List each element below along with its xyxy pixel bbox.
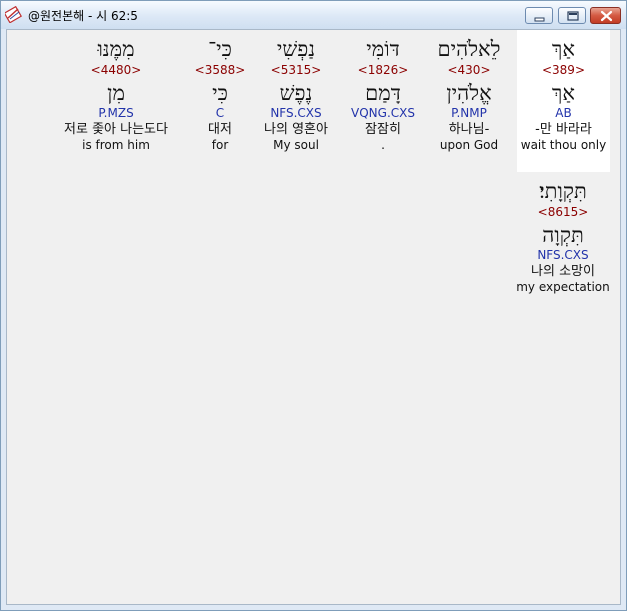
korean-gloss: 잠잠히 (365, 122, 401, 137)
morph-code[interactable]: NFS.CXS (507, 248, 619, 263)
english-gloss: . (381, 138, 385, 152)
morph-code[interactable]: VQNG.CXS (344, 106, 422, 121)
morph-code[interactable]: C (189, 106, 251, 121)
hebrew-word: דּוֹמִּי (366, 37, 400, 61)
lemma-word: אֱלֹהִין (446, 81, 492, 105)
english-gloss: My soul (273, 138, 319, 152)
korean-gloss: 나의 영혼아 (264, 122, 328, 137)
interlinear-word[interactable]: דּוֹמִּי <1826> דָּמַם VQNG.CXS 잠잠히 . (344, 30, 422, 153)
lemma-word: תִּקְוָה (542, 223, 584, 247)
morph-code[interactable]: P.NMP (423, 106, 515, 121)
window-title: @원전본해 - 시 62:5 (28, 9, 138, 23)
close-icon (600, 10, 613, 22)
korean-gloss: 저로 좇아 나는도다 (64, 122, 168, 137)
english-gloss: is from him (82, 138, 150, 152)
english-gloss: upon God (439, 138, 499, 152)
korean-gloss: 대저 (208, 122, 232, 137)
hebrew-word: מִמֶּנּוּ (97, 37, 135, 61)
hebrew-word: תִּקְוָתִי׃ (539, 179, 587, 203)
maximize-button[interactable] (558, 7, 586, 24)
interlinear-word[interactable]: תִּקְוָתִי׃ <8615> תִּקְוָה NFS.CXS 나의 소… (507, 174, 619, 295)
interlinear-word[interactable]: מִמֶּנּוּ <4480> מִן P.MZS 저로 좇아 나는도다 is… (47, 30, 185, 153)
interlinear-word[interactable]: לֵאלֹהִים <430> אֱלֹהִין P.NMP 하나님- upon… (423, 30, 515, 153)
strong-number[interactable]: <8615> (507, 204, 619, 220)
english-gloss: wait thou only (520, 138, 607, 152)
strong-number[interactable]: <5315> (253, 62, 339, 78)
interlinear-panel: אַךְ <389> אַךְ AB -만 바라라 wait thou only… (6, 29, 621, 605)
korean-gloss: -만 바라라 (535, 122, 592, 137)
strong-number[interactable]: <4480> (47, 62, 185, 78)
minimize-button[interactable] (525, 7, 553, 24)
english-gloss: for (211, 138, 229, 152)
hebrew-word: נַפְשִׁי (276, 37, 316, 61)
interlinear-word[interactable]: נַפְשִׁי <5315> נֶפֶשׁ NFS.CXS 나의 영혼아 My… (253, 30, 339, 153)
lemma-word: מִן (107, 81, 125, 105)
korean-gloss: 하나님- (448, 122, 490, 137)
morph-code[interactable]: AB (517, 106, 610, 121)
app-window: @원전본해 - 시 62:5 אַךְ <389> אַךְ AB -만 바라라… (0, 0, 627, 611)
korean-gloss: 나의 소망이 (531, 264, 595, 279)
strong-number[interactable]: <3588> (189, 62, 251, 78)
close-button[interactable] (590, 7, 621, 24)
lemma-word: נֶפֶשׁ (279, 81, 313, 105)
morph-code[interactable]: NFS.CXS (253, 106, 339, 121)
interlinear-word[interactable]: כִּי־ <3588> כִּי C 대저 for (189, 30, 251, 153)
maximize-icon (567, 11, 579, 21)
hebrew-word: לֵאלֹהִים (437, 37, 501, 61)
lemma-word: אַךְ (552, 81, 575, 105)
hebrew-word: אַךְ (552, 37, 575, 61)
interlinear-word[interactable]: אַךְ <389> אַךְ AB -만 바라라 wait thou only (517, 30, 610, 172)
morph-code[interactable]: P.MZS (47, 106, 185, 121)
lemma-word: כִּי (212, 81, 228, 105)
minimize-icon (534, 17, 545, 22)
lemma-word: דָּמַם (365, 81, 401, 105)
strong-number[interactable]: <430> (423, 62, 515, 78)
strong-number[interactable]: <389> (517, 62, 610, 78)
title-bar[interactable]: @원전본해 - 시 62:5 (1, 1, 626, 29)
hebrew-word: כִּי־ (208, 37, 232, 61)
bible-app-icon[interactable] (3, 5, 23, 24)
english-gloss: my expectation (516, 280, 610, 294)
strong-number[interactable]: <1826> (344, 62, 422, 78)
